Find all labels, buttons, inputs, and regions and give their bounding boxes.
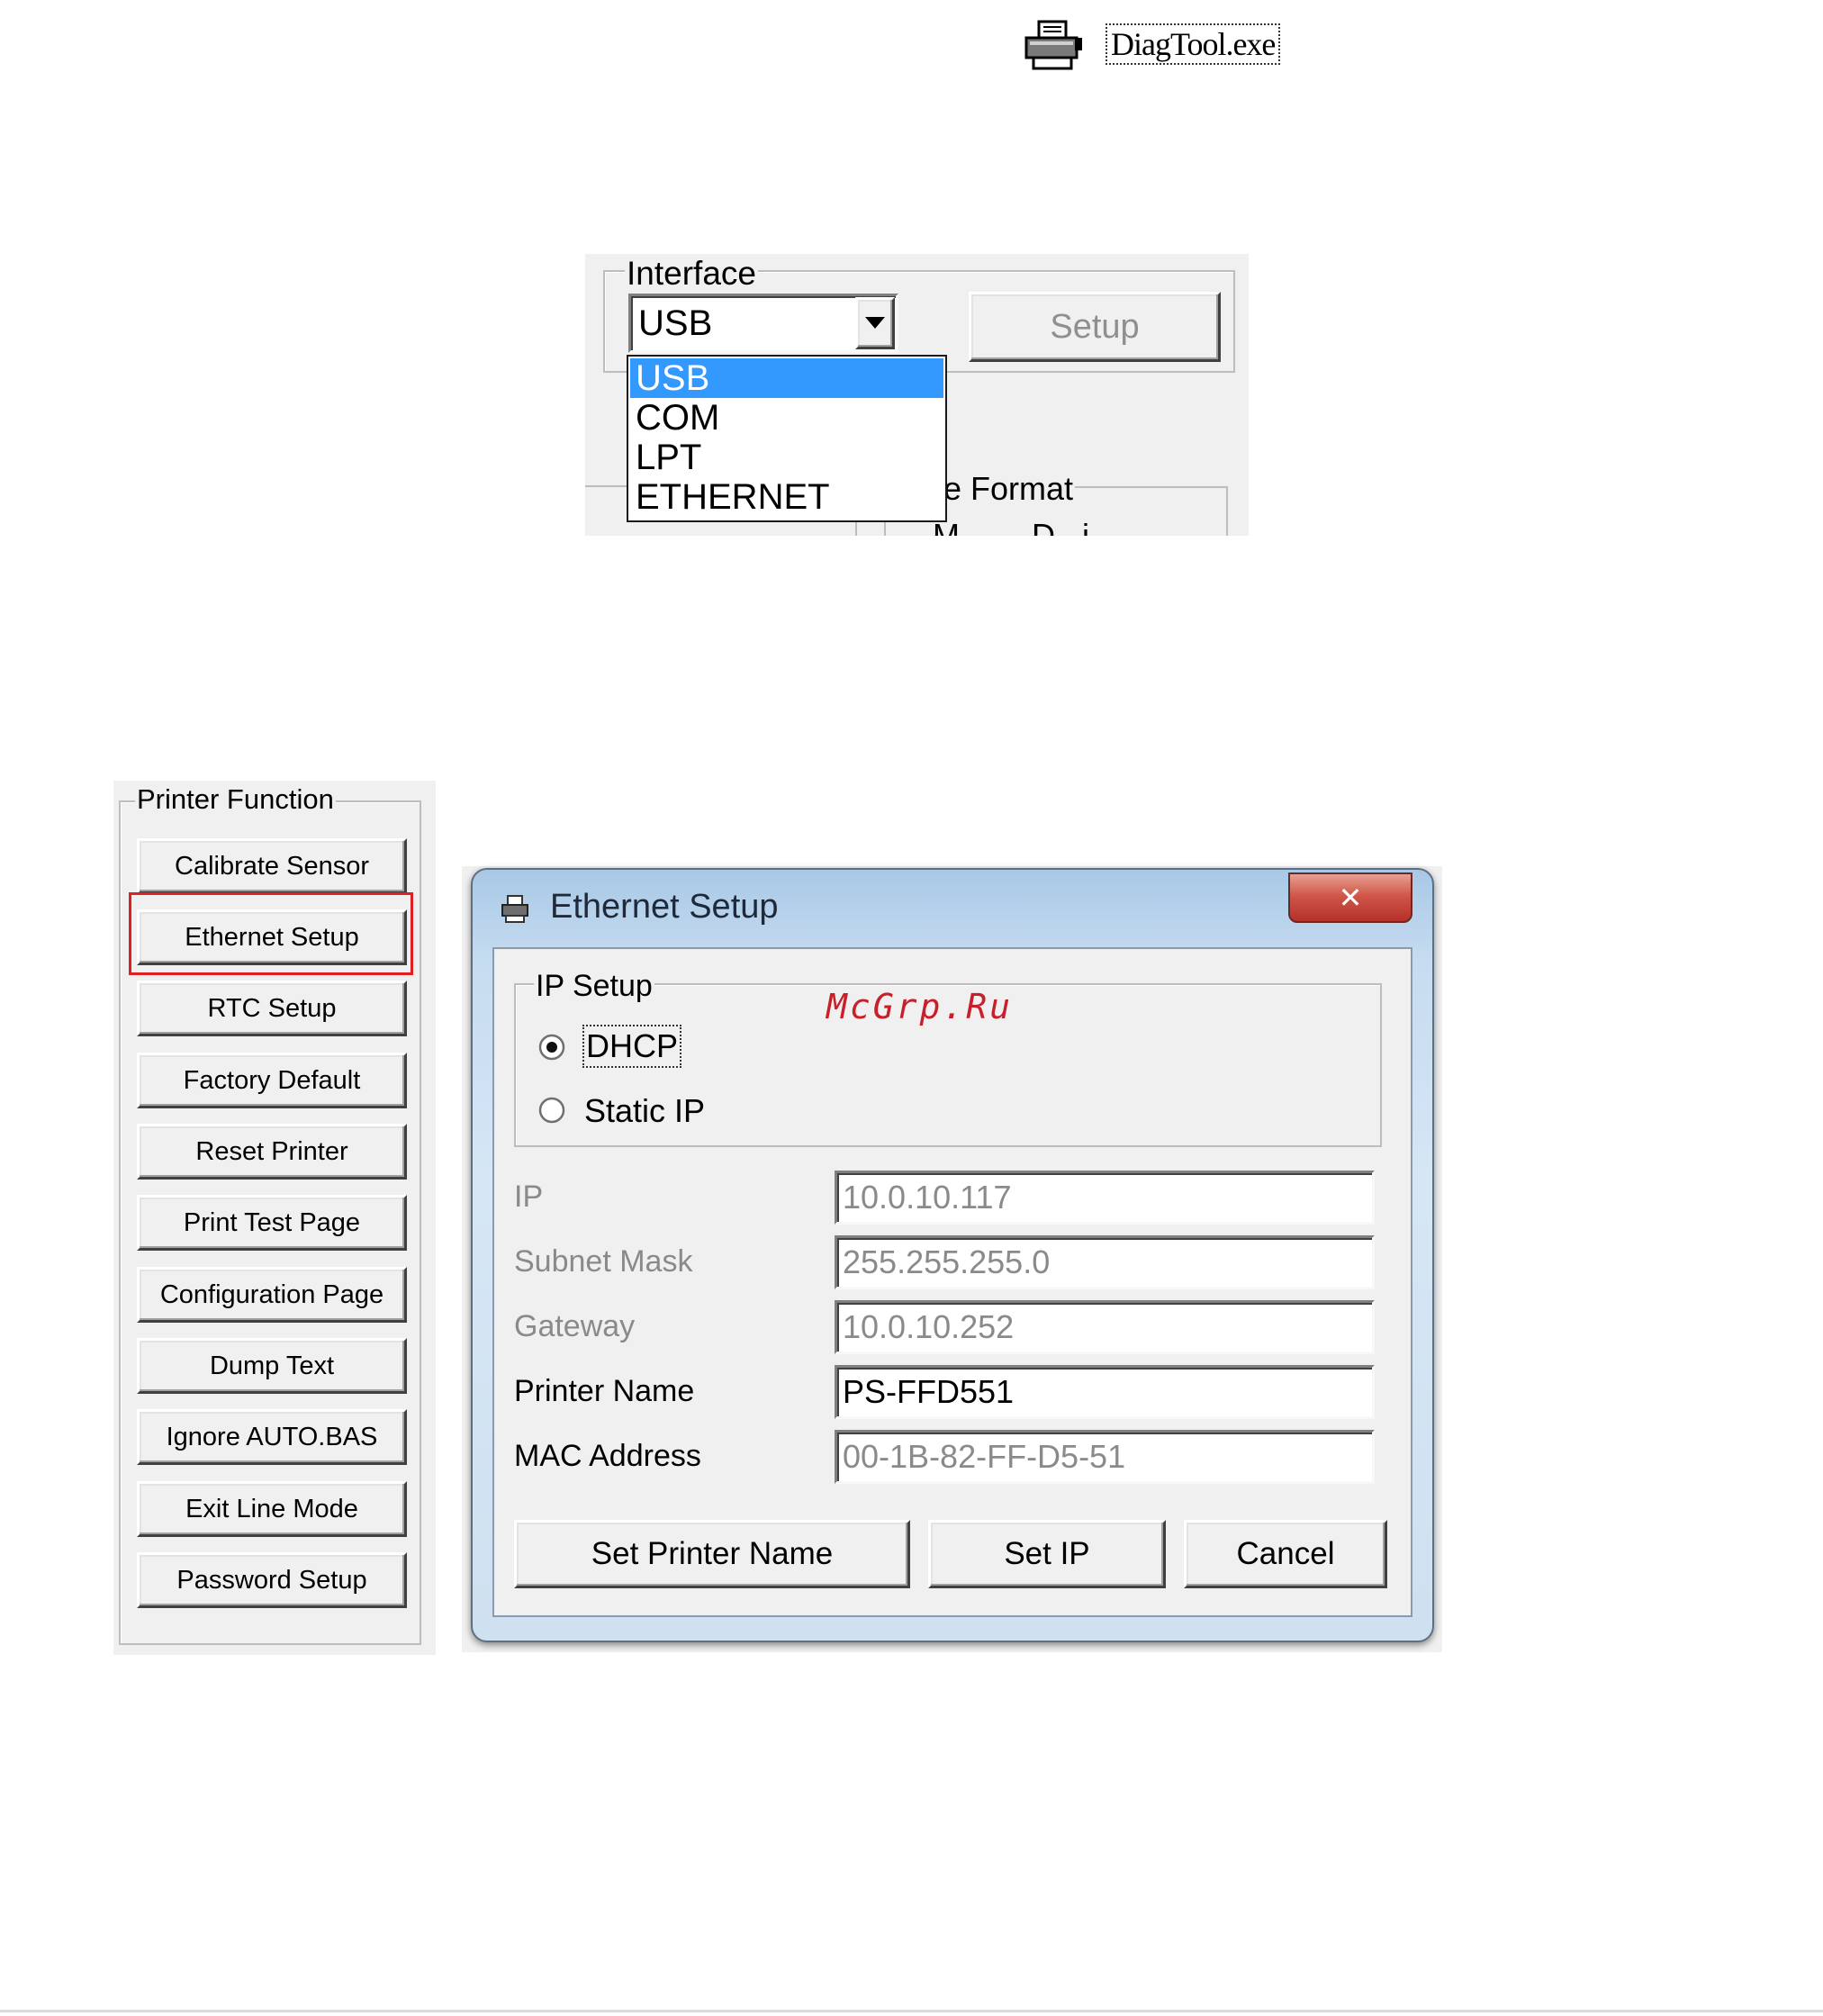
printer-name-label: Printer Name: [514, 1374, 695, 1408]
watermark-text: McGrp.Ru: [826, 987, 1014, 1026]
set-printer-name-button[interactable]: Set Printer Name: [514, 1520, 910, 1588]
configuration-page-button[interactable]: Configuration Page: [137, 1267, 407, 1323]
cancel-button[interactable]: Cancel: [1184, 1520, 1387, 1588]
radio-unchecked-icon: [538, 1097, 565, 1124]
underlay-text-2: M D i: [933, 517, 1090, 536]
interface-panel: Interface USB Setup e Format M D i USB C…: [585, 254, 1249, 536]
exit-line-mode-button[interactable]: Exit Line Mode: [137, 1481, 407, 1537]
window-title: Ethernet Setup: [550, 888, 779, 926]
button-label: Set Printer Name: [591, 1536, 834, 1571]
factory-default-button[interactable]: Factory Default: [137, 1053, 407, 1108]
chevron-down-icon[interactable]: [855, 297, 895, 349]
diagtool-file[interactable]: DiagTool.exe: [1023, 16, 1293, 79]
button-label: Ignore AUTO.BAS: [166, 1422, 378, 1451]
ethernet-setup-window: Ethernet Setup ✕ IP Setup DHCP Static IP…: [462, 866, 1442, 1652]
dropdown-option-usb[interactable]: USB: [630, 358, 943, 398]
gateway-label: Gateway: [514, 1309, 636, 1343]
dropdown-option-lpt[interactable]: LPT: [628, 438, 945, 477]
button-label: Print Test Page: [183, 1207, 361, 1237]
printer-name-value: PS-FFD551: [843, 1373, 1015, 1410]
printer-function-panel: Printer Function Calibrate Sensor Ethern…: [113, 781, 436, 1655]
print-test-page-button[interactable]: Print Test Page: [137, 1195, 407, 1251]
subnet-mask-value: 255.255.255.0: [843, 1243, 1051, 1280]
dropdown-option-label: COM: [636, 398, 720, 438]
highlight-box: [129, 892, 413, 975]
dropdown-option-ethernet[interactable]: ETHERNET: [628, 477, 945, 517]
dropdown-option-label: USB: [636, 358, 710, 398]
radio-checked-icon: [538, 1034, 565, 1061]
ip-setup-label: IP Setup: [534, 969, 654, 1003]
button-label: Exit Line Mode: [185, 1494, 358, 1523]
subnet-mask-label: Subnet Mask: [514, 1244, 693, 1279]
static-ip-radio[interactable]: Static IP: [537, 1089, 736, 1135]
button-label: Password Setup: [176, 1565, 367, 1595]
dialog-client-area: IP Setup DHCP Static IP IP Subnet Mask G…: [492, 947, 1412, 1617]
printer-function-label: Printer Function: [135, 783, 336, 815]
button-label: Configuration Page: [159, 1279, 384, 1309]
close-icon: ✕: [1338, 881, 1363, 915]
page-bottom-rule: [0, 2010, 1823, 2012]
dropdown-option-label: LPT: [636, 438, 702, 477]
ignore-autobas-button[interactable]: Ignore AUTO.BAS: [137, 1409, 407, 1465]
button-label: RTC Setup: [207, 993, 337, 1023]
mac-address-value: 00-1B-82-FF-D5-51: [843, 1438, 1126, 1475]
interface-dropdown-list: USB COM LPT ETHERNET: [627, 355, 947, 522]
button-label: Reset Printer: [195, 1136, 348, 1166]
calibrate-sensor-button[interactable]: Calibrate Sensor: [137, 838, 407, 894]
password-setup-button[interactable]: Password Setup: [137, 1552, 407, 1608]
dump-text-button[interactable]: Dump Text: [137, 1338, 407, 1394]
button-label: Cancel: [1236, 1536, 1335, 1571]
underlay-text-1: e Format: [942, 470, 1076, 508]
rtc-setup-button[interactable]: RTC Setup: [137, 981, 407, 1036]
interface-select-value: USB: [638, 303, 713, 343]
mac-address-label: MAC Address: [514, 1439, 701, 1473]
printer-icon: [501, 895, 528, 923]
printer-name-field[interactable]: PS-FFD551: [835, 1365, 1375, 1419]
mac-address-field[interactable]: 00-1B-82-FF-D5-51: [835, 1430, 1375, 1484]
subnet-mask-field[interactable]: 255.255.255.0: [835, 1235, 1375, 1289]
interface-setup-label: Setup: [1050, 307, 1140, 346]
interface-setup-button[interactable]: Setup: [969, 292, 1221, 362]
diagtool-filename: DiagTool.exe: [1106, 23, 1281, 65]
close-button[interactable]: ✕: [1288, 872, 1412, 923]
gateway-value: 10.0.10.252: [843, 1308, 1015, 1345]
dhcp-label: DHCP: [582, 1025, 682, 1068]
button-label: Dump Text: [209, 1351, 335, 1380]
printer-icon: [1024, 20, 1082, 70]
ip-label: IP: [514, 1180, 544, 1214]
dropdown-option-label: ETHERNET: [636, 477, 830, 517]
button-label: Set IP: [1004, 1536, 1090, 1571]
interface-label: Interface: [625, 255, 758, 292]
ip-field[interactable]: 10.0.10.117: [835, 1171, 1375, 1225]
ip-value: 10.0.10.117: [843, 1179, 1012, 1216]
dhcp-radio[interactable]: DHCP: [537, 1025, 682, 1070]
reset-printer-button[interactable]: Reset Printer: [137, 1124, 407, 1180]
dropdown-option-com[interactable]: COM: [628, 398, 945, 438]
set-ip-button[interactable]: Set IP: [928, 1520, 1166, 1588]
button-label: Factory Default: [183, 1065, 361, 1095]
static-ip-label: Static IP: [584, 1092, 706, 1129]
gateway-field[interactable]: 10.0.10.252: [835, 1300, 1375, 1354]
button-label: Calibrate Sensor: [175, 851, 369, 881]
